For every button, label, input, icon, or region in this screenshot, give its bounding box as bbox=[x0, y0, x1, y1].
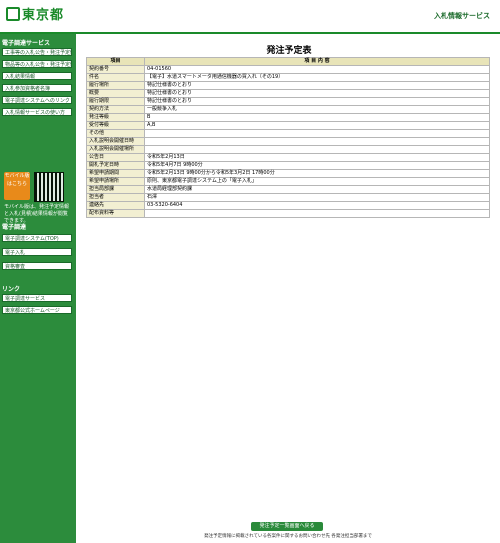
row-value bbox=[144, 129, 490, 138]
row-value: 03-5320-6404 bbox=[144, 201, 490, 210]
col-item: 項目 bbox=[86, 57, 145, 66]
row-key: 概要 bbox=[86, 89, 145, 98]
sidebar-item-top[interactable]: 電子調達システム(TOP) bbox=[2, 234, 72, 242]
row-value: 水道局経理部契約課 bbox=[144, 185, 490, 194]
table-row: 概要 特記仕様書のとおり bbox=[86, 89, 490, 98]
table-row: 契約方法 一般競争入札 bbox=[86, 105, 490, 114]
table-row: 開札予定日時 令和5年4月7日 9時00分 bbox=[86, 161, 490, 170]
link-official[interactable]: 東京都公式ホームページ bbox=[2, 306, 72, 314]
row-key: 公告日 bbox=[86, 153, 145, 162]
table-row: 件名 【電子】水道スマートメータ用通信機器の買入れ（その19） bbox=[86, 73, 490, 82]
row-key: 入札説明会開催場所 bbox=[86, 145, 145, 154]
main-content: 発注予定表 項目項 目 内 容 契約番号 04-01560 件名 【電子】水道スマート… bbox=[86, 34, 492, 218]
row-value bbox=[144, 209, 490, 218]
table-row: その他 bbox=[86, 129, 490, 138]
sidebar-item-1[interactable]: 工事等の入札公告・発注予定情報 bbox=[2, 48, 72, 56]
row-value bbox=[144, 137, 490, 146]
row-value: 令和5年4月7日 9時00分 bbox=[144, 161, 490, 170]
table-row: 連絡先 03-5320-6404 bbox=[86, 201, 490, 210]
row-key: 希望申請場所 bbox=[86, 177, 145, 186]
footer: 発注予定情報に掲載されている各案件に関するお問い合わせ先 各発注担当部署まで bbox=[204, 534, 372, 539]
table-row: 入札説明会開催場所 bbox=[86, 145, 490, 154]
row-value: 原則、東京都電子調達システム上の「電子入札」 bbox=[144, 177, 490, 186]
table-row: 履行期限 特記仕様書のとおり bbox=[86, 97, 490, 106]
tokyo-logo-icon bbox=[6, 7, 20, 21]
row-value: 特記仕様書のとおり bbox=[144, 97, 490, 106]
row-key: 履行期限 bbox=[86, 97, 145, 106]
row-value: 【電子】水道スマートメータ用通信機器の買入れ（その19） bbox=[144, 73, 490, 82]
table-row: 担当者 石澤 bbox=[86, 193, 490, 202]
site-name: 入札情報サービス bbox=[434, 12, 490, 20]
table-row: 公告日 令和5年2月13日 bbox=[86, 153, 490, 162]
row-key: 連絡先 bbox=[86, 201, 145, 210]
row-key: 開札予定日時 bbox=[86, 161, 145, 170]
logo-text[interactable]: 東京都 bbox=[22, 4, 64, 23]
sidebar-item-2[interactable]: 物品等の入札公告・発注予定情報 bbox=[2, 60, 72, 68]
back-to-list-button[interactable]: 発注予定一覧画面へ戻る bbox=[251, 522, 323, 531]
col-content: 項 目 内 容 bbox=[144, 57, 490, 66]
row-key: 履行場所 bbox=[86, 81, 145, 90]
row-key: 発注等級 bbox=[86, 113, 145, 122]
row-key: 契約番号 bbox=[86, 65, 145, 74]
links-heading: リンク bbox=[2, 286, 21, 293]
table-row: 希望申請期間 令和5年2月13日 9時00分から令和5年3月2日 17時00分 bbox=[86, 169, 490, 178]
row-value: A,B bbox=[144, 121, 490, 130]
sidebar: 電子調達サービス 工事等の入札公告・発注予定情報 物品等の入札公告・発注予定情報… bbox=[0, 34, 76, 543]
sidebar-heading-2: 電子調達 bbox=[2, 224, 27, 231]
row-key: その他 bbox=[86, 129, 145, 138]
link-procurement[interactable]: 電子調達サービス bbox=[2, 294, 72, 302]
row-key: 件名 bbox=[86, 73, 145, 82]
mobile-button[interactable]: モバイル版はこちら bbox=[4, 172, 30, 200]
row-key: 契約方法 bbox=[86, 105, 145, 114]
row-value: 石澤 bbox=[144, 193, 490, 202]
table-row: 契約番号 04-01560 bbox=[86, 65, 490, 74]
row-key: 担当局部課 bbox=[86, 185, 145, 194]
row-value: 令和5年2月13日 bbox=[144, 153, 490, 162]
page-title: 発注予定表 bbox=[266, 46, 312, 56]
row-value: 特記仕様書のとおり bbox=[144, 89, 490, 98]
table-row: 発注等級 B bbox=[86, 113, 490, 122]
row-value: B bbox=[144, 113, 490, 122]
mobile-button-label: モバイル版はこちら bbox=[4, 173, 30, 187]
table-row: 入札説明会開催日時 bbox=[86, 137, 490, 146]
table-row: 受付等級 A,B bbox=[86, 121, 490, 130]
sidebar-item-3[interactable]: 入札結果情報 bbox=[2, 72, 72, 80]
row-value: 一般競争入札 bbox=[144, 105, 490, 114]
table-row: 配布資料等 bbox=[86, 209, 490, 218]
sidebar-item-6[interactable]: 入札情報サービスの使い方 bbox=[2, 108, 72, 116]
row-value: 令和5年2月13日 9時00分から令和5年3月2日 17時00分 bbox=[144, 169, 490, 178]
sidebar-heading: 電子調達サービス bbox=[2, 40, 51, 47]
row-key: 希望申請期間 bbox=[86, 169, 145, 178]
row-key: 配布資料等 bbox=[86, 209, 145, 218]
table-row: 履行場所 特記仕様書のとおり bbox=[86, 81, 490, 90]
sidebar-item-qualify[interactable]: 資格審査 bbox=[2, 262, 72, 270]
sidebar-item-5[interactable]: 電子調達システムへのリンク bbox=[2, 96, 72, 104]
sidebar-item-4[interactable]: 入札参加資格者名簿 bbox=[2, 84, 72, 92]
row-key: 受付等級 bbox=[86, 121, 145, 130]
row-value: 特記仕様書のとおり bbox=[144, 81, 490, 90]
sidebar-item-e-bid[interactable]: 電子入札 bbox=[2, 248, 72, 256]
header: 東京都 入札情報サービス bbox=[0, 0, 500, 34]
table-row: 希望申請場所 原則、東京都電子調達システム上の「電子入札」 bbox=[86, 177, 490, 186]
table-row: 担当局部課 水道局経理部契約課 bbox=[86, 185, 490, 194]
row-key: 入札説明会開催日時 bbox=[86, 137, 145, 146]
row-value bbox=[144, 145, 490, 154]
row-value: 04-01560 bbox=[144, 65, 490, 74]
detail-table: 項目項 目 内 容 契約番号 04-01560 件名 【電子】水道スマートメータ用通信… bbox=[86, 57, 490, 218]
row-key: 担当者 bbox=[86, 193, 145, 202]
qr-code bbox=[34, 172, 64, 202]
